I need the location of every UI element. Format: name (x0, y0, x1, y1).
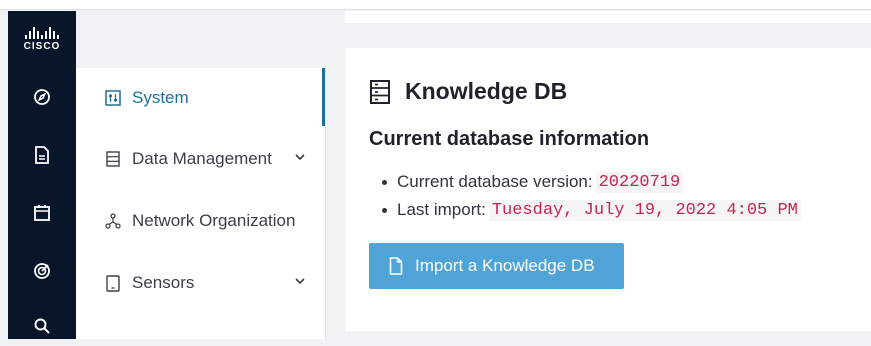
search-icon (34, 318, 50, 334)
menu-item-label: Sensors (132, 273, 195, 292)
menu-item-label: System (132, 88, 189, 107)
database-icon (370, 79, 390, 104)
chevron-down-icon[interactable] (294, 151, 306, 163)
rail-events[interactable] (8, 193, 76, 233)
target-icon (34, 263, 50, 279)
import-button-label: Import a Knowledge DB (415, 256, 595, 275)
top-border (0, 0, 871, 10)
last-import-value: Tuesday, July 19, 2022 4:05 PM (488, 199, 801, 221)
list-item: Current database version: 20220719 (382, 168, 801, 196)
page-title: Knowledge DB (405, 78, 568, 104)
menu-item-network-organization[interactable]: Network Organization (76, 201, 326, 241)
rail-explore[interactable] (8, 77, 76, 117)
version-value: 20220719 (595, 171, 684, 193)
rail-monitoring[interactable] (8, 251, 76, 291)
icon-rail: CISCO (8, 11, 76, 339)
calendar-icon (34, 205, 50, 221)
panel-header: Knowledge DB (369, 78, 567, 105)
submenu-header (76, 11, 326, 68)
tablet-icon (104, 274, 122, 292)
section-title: Current database information (369, 128, 650, 150)
version-label: Current database version: (397, 172, 593, 191)
cisco-logo[interactable]: CISCO (8, 11, 76, 67)
rail-search[interactable] (8, 306, 76, 346)
file-icon (389, 257, 403, 275)
menu-item-system[interactable]: System (76, 78, 326, 118)
menu-item-label: Network Organization (132, 211, 296, 230)
list-item: Last import: Tuesday, July 19, 2022 4:05… (382, 196, 801, 224)
database-info-list: Current database version: 20220719 Last … (382, 168, 801, 224)
settings-submenu: System Data Management Network Organizat… (76, 11, 326, 339)
menu-item-sensors[interactable]: Sensors (76, 263, 326, 303)
cisco-logo-text: CISCO (23, 40, 61, 52)
chevron-down-icon[interactable] (294, 275, 306, 287)
knowledge-db-panel: Knowledge DB Current database informatio… (345, 48, 871, 331)
server-icon (104, 150, 122, 168)
menu-item-data-management[interactable]: Data Management (76, 139, 326, 179)
compass-icon (34, 89, 50, 105)
network-icon (104, 212, 122, 230)
cisco-logo-bars (25, 26, 59, 39)
sliders-icon (104, 89, 122, 107)
last-import-label: Last import: (397, 200, 486, 219)
rail-reports[interactable] (8, 135, 76, 175)
menu-item-label: Data Management (132, 149, 272, 168)
import-knowledge-db-button[interactable]: Import a Knowledge DB (369, 243, 624, 289)
previous-panel-edge (345, 11, 871, 23)
document-icon (35, 146, 49, 164)
